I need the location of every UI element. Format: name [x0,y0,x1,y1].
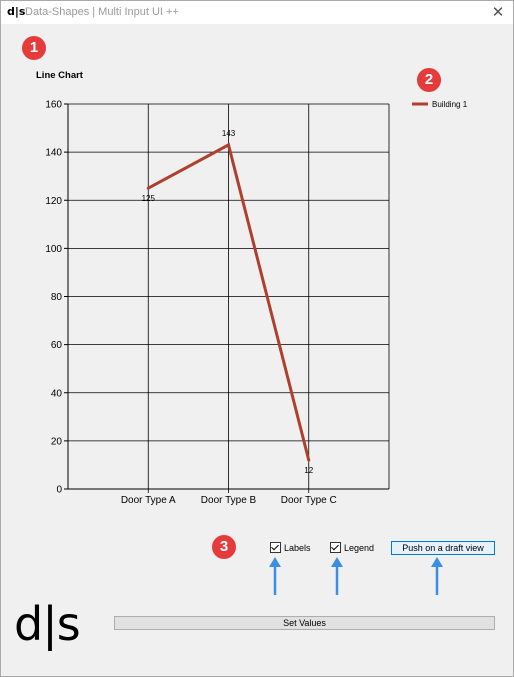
x-axis-ticks: Door Type A Door Type B Door Type C [121,495,337,506]
data-label: 12 [304,466,313,475]
data-point [146,186,150,190]
y-tick-label: 40 [51,388,63,399]
y-tick-label: 100 [45,244,62,255]
y-tick-label: 80 [51,292,63,303]
x-tick-label: Door Type C [281,495,337,506]
labels-checkbox[interactable]: Labels [270,542,311,553]
arrow-up-icon [331,557,343,595]
push-draft-view-button[interactable]: Push on a draft view [391,541,495,555]
title-bar: d|s Data-Shapes | Multi Input UI ++ ✕ [1,1,513,24]
y-tick-label: 20 [51,436,63,447]
window-title: Data-Shapes | Multi Input UI ++ [25,6,179,18]
y-tick-label: 160 [45,100,62,111]
data-shapes-logo: d|s [14,597,81,651]
x-tick-label: Door Type A [121,495,176,506]
data-point [307,458,311,462]
chart-grid [67,103,390,493]
legend-checkbox-label: Legend [344,542,375,553]
data-label: 143 [222,129,236,138]
legend-checkbox-box[interactable] [330,542,341,553]
annotation-arrows [269,557,443,595]
legend-label: Building 1 [432,100,468,109]
annotation-badge-1: 1 [22,36,46,60]
y-tick-label: 0 [56,485,62,496]
x-tick-label: Door Type B [201,495,257,506]
data-label: 125 [142,194,156,203]
title-logo: d|s [7,5,26,18]
y-tick-label: 140 [45,148,62,159]
y-tick-label: 120 [45,196,62,207]
chart-title: Line Chart [36,70,84,81]
arrow-head [331,557,343,567]
labels-checkbox-label: Labels [284,542,311,553]
chart-series: 125 143 12 [142,129,314,475]
y-axis-ticks: 0 20 40 60 80 100 120 140 160 [45,100,68,496]
arrow-head [269,557,281,567]
y-tick-label: 60 [51,340,63,351]
close-icon[interactable]: ✕ [487,2,509,22]
legend-checkbox[interactable]: Legend [330,542,374,553]
set-values-button[interactable]: Set Values [114,616,495,630]
arrow-head [431,557,443,567]
chart-legend: Building 1 [412,100,468,109]
arrow-up-icon [431,557,443,595]
data-point [227,143,230,147]
line-chart: Line Chart 0 20 40 60 80 100 120 140 160 Door Ty… [36,70,468,506]
arrow-up-icon [269,557,281,595]
labels-checkbox-box[interactable] [270,542,281,553]
